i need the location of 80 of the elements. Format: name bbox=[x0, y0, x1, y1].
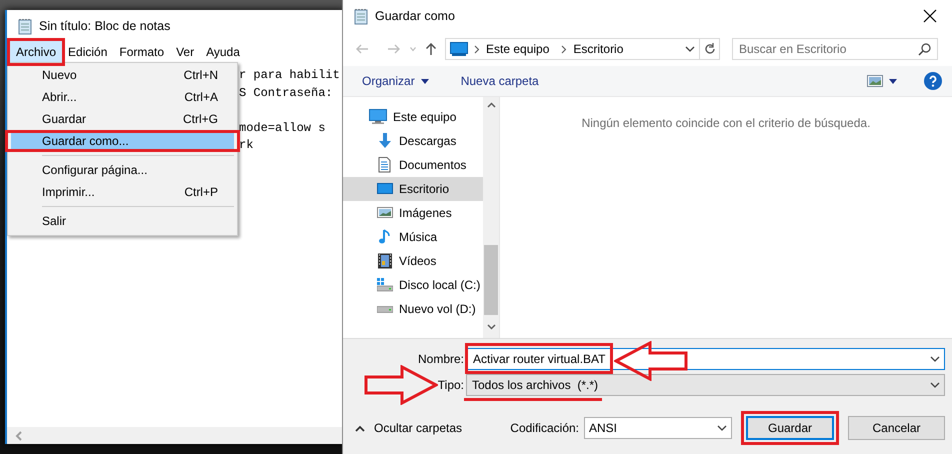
notepad-icon bbox=[353, 8, 369, 24]
nav-item[interactable]: Descargas bbox=[343, 129, 483, 153]
refresh-icon bbox=[704, 43, 716, 55]
hide-folders-button[interactable]: Ocultar carpetas bbox=[353, 419, 462, 437]
caret-icon bbox=[889, 78, 897, 84]
search-box[interactable]: Buscar en Escritorio bbox=[732, 38, 938, 60]
menu-item[interactable]: Configurar página... bbox=[11, 159, 234, 181]
text-line: S Contraseña: bbox=[239, 84, 333, 102]
nav-item[interactable]: Este equipo bbox=[343, 105, 483, 129]
notepad-icon bbox=[17, 18, 33, 34]
organize-button[interactable]: Organizar bbox=[355, 69, 436, 93]
nav-item[interactable]: Música bbox=[343, 225, 483, 249]
forward-arrow-icon bbox=[388, 44, 400, 54]
menu-bar-item[interactable]: Formato bbox=[113, 41, 170, 63]
menu-item[interactable]: Imprimir... Ctrl+P bbox=[11, 181, 234, 203]
encoding-select[interactable]: ANSI bbox=[584, 417, 732, 439]
refresh-button[interactable] bbox=[700, 38, 720, 60]
dialog-title: Guardar como bbox=[375, 8, 455, 25]
drive-icon bbox=[377, 306, 393, 312]
file-type-select[interactable]: Todos los archivos (*.*) bbox=[466, 374, 945, 396]
dropdown-icon bbox=[930, 382, 940, 388]
text-line: rk bbox=[239, 137, 254, 154]
nav-item[interactable]: Nuevo vol (D:) bbox=[343, 297, 483, 321]
document-icon bbox=[377, 157, 393, 173]
chevron-up-icon bbox=[355, 424, 365, 432]
menu-bar-item[interactable]: Archivo bbox=[10, 41, 62, 63]
field-label: Codificación: bbox=[510, 420, 579, 437]
dialog-button[interactable]: Guardar bbox=[746, 416, 834, 440]
nav-item[interactable]: Documentos bbox=[343, 153, 483, 177]
scroll-up-icon[interactable] bbox=[486, 102, 496, 108]
nav-item[interactable]: Vídeos bbox=[343, 249, 483, 273]
drive-icon bbox=[377, 277, 393, 293]
close-icon bbox=[923, 9, 937, 23]
dropdown-icon[interactable] bbox=[930, 356, 940, 362]
image-icon bbox=[867, 75, 883, 87]
breadcrumb[interactable]: Este equipo bbox=[486, 40, 550, 58]
menu-item[interactable]: Abrir... Ctrl+A bbox=[11, 86, 234, 108]
dropdown-icon bbox=[410, 46, 416, 52]
film-icon bbox=[377, 253, 393, 269]
chevron-icon bbox=[474, 44, 480, 54]
menu-item[interactable]: Salir bbox=[11, 210, 234, 232]
computer-icon bbox=[450, 42, 468, 56]
download-arrow-icon bbox=[377, 133, 393, 149]
image-icon bbox=[377, 205, 393, 221]
search-icon bbox=[918, 42, 931, 56]
dropdown-icon[interactable] bbox=[685, 46, 695, 52]
back-arrow-icon bbox=[356, 44, 368, 54]
dialog-button[interactable]: Cancelar bbox=[848, 416, 945, 440]
menu-bar-item[interactable]: Ver bbox=[170, 41, 200, 63]
help-icon bbox=[924, 72, 942, 90]
desktop-icon bbox=[377, 181, 393, 197]
text-line: mode=allow s bbox=[239, 120, 326, 136]
nav-item[interactable]: Escritorio bbox=[343, 177, 483, 201]
vertical-scrollbar[interactable] bbox=[483, 97, 499, 338]
field-label: Tipo: bbox=[436, 376, 465, 394]
nav-item[interactable]: Imágenes bbox=[343, 201, 483, 225]
scroll-down-icon[interactable] bbox=[486, 324, 496, 330]
filename-combo-box[interactable]: Activar router virtual.BAT bbox=[466, 348, 945, 370]
menu-item[interactable]: Nuevo Ctrl+N bbox=[11, 64, 234, 86]
window-title: Sin título: Bloc de notas bbox=[39, 18, 170, 35]
menu-bar-item[interactable]: Edición bbox=[62, 41, 114, 63]
help-button[interactable] bbox=[924, 72, 942, 90]
breadcrumb[interactable]: Escritorio bbox=[573, 40, 624, 58]
caret-icon bbox=[420, 78, 429, 84]
nav-item[interactable]: Disco local (C:) bbox=[343, 273, 483, 297]
address-bar[interactable]: Este equipo Escritorio bbox=[445, 38, 700, 60]
text-line: r para habilit bbox=[239, 67, 340, 84]
menu-item[interactable]: Guardar Ctrl+G bbox=[11, 108, 234, 130]
up-arrow-icon bbox=[426, 43, 436, 55]
scroll-thumb[interactable] bbox=[484, 245, 498, 315]
music-note-icon bbox=[377, 229, 393, 245]
field-label: Nombre: bbox=[416, 350, 465, 368]
menu-bar-item[interactable]: Ayuda bbox=[200, 41, 246, 63]
horizontal-scrollbar[interactable] bbox=[7, 427, 345, 444]
chevron-icon bbox=[561, 44, 568, 54]
dropdown-icon bbox=[717, 425, 727, 431]
new-folder-button[interactable]: Nueva carpeta bbox=[454, 69, 546, 93]
filename-field[interactable]: Activar router virtual.BAT bbox=[473, 350, 930, 368]
empty-message: Ningún elemento coincide con el criterio de búsqueda. bbox=[582, 115, 870, 132]
computer-icon bbox=[369, 109, 387, 125]
